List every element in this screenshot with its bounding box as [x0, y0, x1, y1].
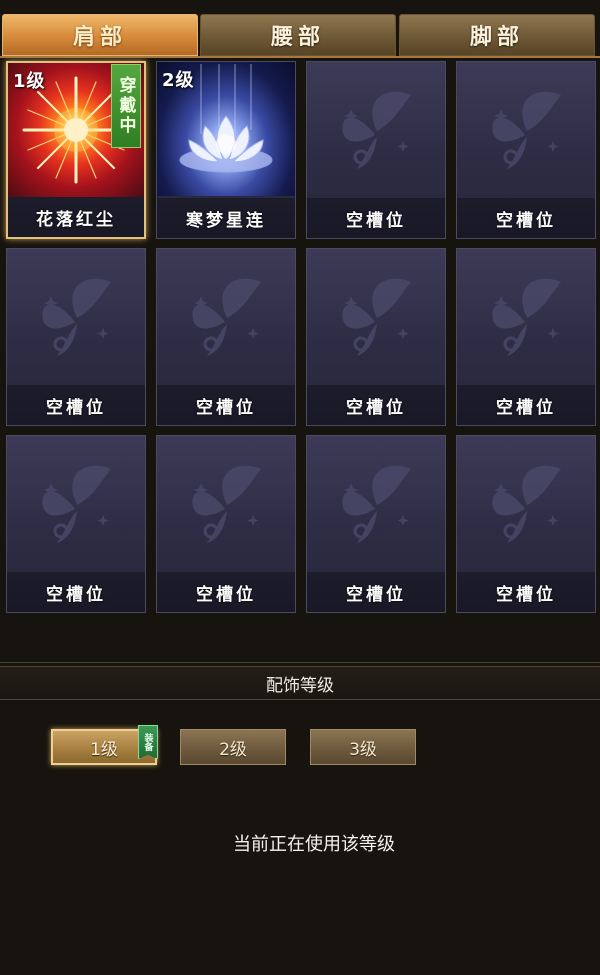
butterfly-placeholder-icon	[457, 62, 595, 196]
tab-feet[interactable]: 脚部	[399, 14, 595, 56]
butterfly-placeholder-icon	[7, 436, 145, 570]
butterfly-placeholder-icon	[157, 249, 295, 383]
empty-slot[interactable]: 空槽位	[6, 435, 146, 613]
empty-slot[interactable]: 空槽位	[306, 248, 446, 426]
section-divider	[0, 662, 600, 663]
level-2-button[interactable]: 2级	[180, 729, 286, 765]
slot-name: 空槽位	[157, 385, 295, 425]
slot-name: 空槽位	[307, 198, 445, 238]
slot-name: 空槽位	[457, 198, 595, 238]
accessory-slot-2[interactable]: 2级 寒梦星连	[156, 61, 296, 239]
section-title: 配饰等级	[0, 666, 600, 700]
level-status-text: 当前正在使用该等级	[233, 834, 395, 855]
slot-level-label: 2级	[162, 70, 195, 91]
tab-shoulder[interactable]: 肩部	[2, 14, 198, 56]
accessory-slot-1[interactable]: 1级 穿戴中 花落红尘	[6, 61, 146, 239]
butterfly-placeholder-icon	[7, 249, 145, 383]
equipped-tag: 装备	[138, 725, 158, 759]
slot-name: 空槽位	[457, 572, 595, 612]
empty-slot[interactable]: 空槽位	[456, 435, 596, 613]
empty-slot[interactable]: 空槽位	[306, 435, 446, 613]
empty-slot[interactable]: 空槽位	[306, 61, 446, 239]
tab-divider	[0, 56, 600, 58]
slot-name: 空槽位	[457, 385, 595, 425]
level-3-button[interactable]: 3级	[310, 729, 416, 765]
butterfly-placeholder-icon	[307, 62, 445, 196]
slot-name: 空槽位	[307, 385, 445, 425]
slot-name: 寒梦星连	[157, 198, 295, 238]
empty-slot[interactable]: 空槽位	[156, 435, 296, 613]
slot-level-label: 1级	[13, 71, 46, 92]
butterfly-placeholder-icon	[457, 436, 595, 570]
empty-slot[interactable]: 空槽位	[456, 248, 596, 426]
accessory-part-tabs: 肩部 腰部 脚部	[0, 14, 600, 58]
empty-slot[interactable]: 空槽位	[6, 248, 146, 426]
empty-slot[interactable]: 空槽位	[156, 248, 296, 426]
slot-name: 空槽位	[157, 572, 295, 612]
slot-name: 花落红尘	[8, 197, 144, 237]
butterfly-placeholder-icon	[157, 436, 295, 570]
butterfly-placeholder-icon	[307, 436, 445, 570]
empty-slot[interactable]: 空槽位	[456, 61, 596, 239]
slot-name: 空槽位	[7, 385, 145, 425]
tab-waist[interactable]: 腰部	[200, 14, 396, 56]
slot-name: 空槽位	[307, 572, 445, 612]
wearing-badge: 穿戴中	[111, 64, 141, 148]
slot-name: 空槽位	[7, 572, 145, 612]
butterfly-placeholder-icon	[307, 249, 445, 383]
butterfly-placeholder-icon	[457, 249, 595, 383]
